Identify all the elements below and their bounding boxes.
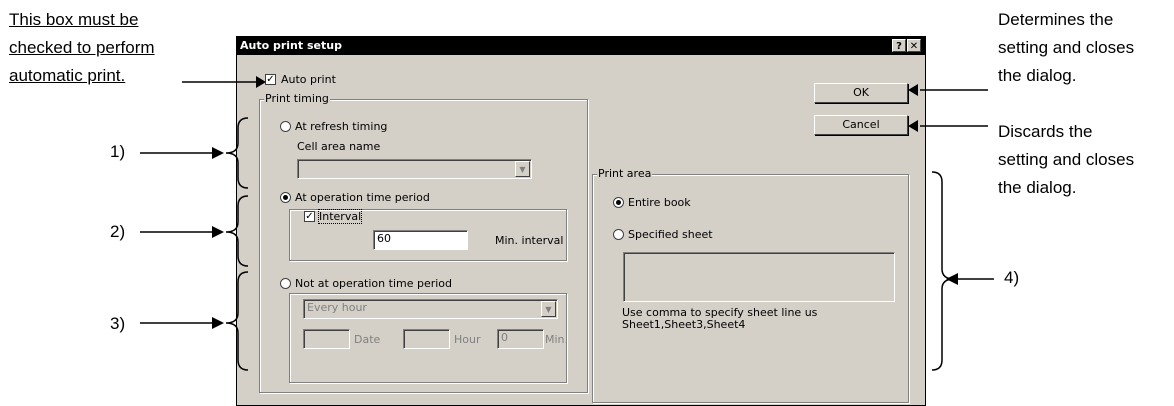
arrowhead [908, 120, 918, 132]
brace-1 [225, 117, 249, 189]
brace-2 [225, 195, 249, 267]
arrowhead [256, 76, 266, 88]
arrowhead [212, 226, 224, 238]
arrowhead [946, 273, 958, 285]
arrowhead [212, 317, 224, 329]
brace-3 [225, 271, 249, 371]
brace-4 [931, 171, 955, 371]
annotation-overlay [140, 76, 994, 371]
arrowhead [212, 147, 224, 159]
arrowhead [908, 84, 918, 96]
